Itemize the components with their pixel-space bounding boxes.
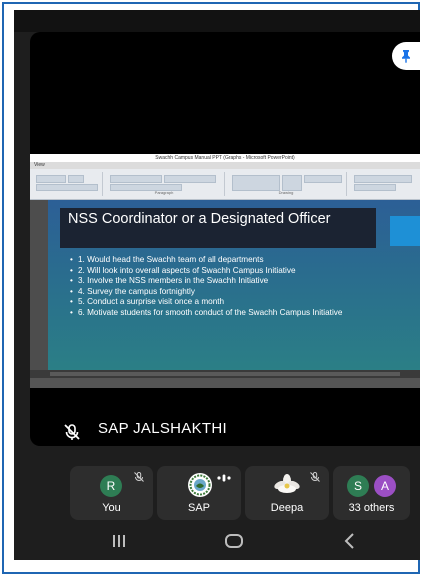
avatar: A xyxy=(374,475,396,497)
participant-you[interactable]: R You xyxy=(70,466,153,520)
mic-off-icon xyxy=(64,424,80,440)
participant-others[interactable]: S A 33 others xyxy=(333,466,410,520)
home-icon[interactable] xyxy=(222,530,246,552)
slide-bullet: • 3. Involve the NSS members in the Swach… xyxy=(70,276,269,286)
participant-label: 33 others xyxy=(348,502,395,514)
slide-accent-block xyxy=(390,216,420,246)
ribbon-group-editing xyxy=(348,172,418,196)
emblem-avatar-icon xyxy=(188,473,212,497)
presenter-tile[interactable]: Swachh Campus Manual PPT (Graphs - Micro… xyxy=(30,32,420,446)
ribbon-group-drawing: Drawing xyxy=(226,172,347,196)
menu-view: View xyxy=(34,162,45,168)
status-strip xyxy=(14,10,420,32)
powerpoint-status-bar xyxy=(30,378,420,388)
slide-bullet-list: • 1. Would head the Swachh team of all de… xyxy=(70,255,390,320)
slide-scrollbar[interactable] xyxy=(30,370,420,378)
pin-icon xyxy=(402,50,410,63)
ribbon-group-font xyxy=(32,172,103,196)
participant-label: You xyxy=(102,502,121,514)
powerpoint-ribbon: Paragraph Drawing xyxy=(30,169,420,200)
back-icon[interactable] xyxy=(338,530,362,552)
ribbon-group-label: Paragraph xyxy=(154,190,174,195)
presenter-name: SAP JALSHAKTHI xyxy=(98,420,227,437)
slide-title: NSS Coordinator or a Designated Officer xyxy=(60,208,376,248)
participant-label: Deepa xyxy=(270,502,304,514)
slide: NSS Coordinator or a Designated Officer … xyxy=(48,200,420,370)
speaking-indicator-icon xyxy=(217,474,231,482)
avatar: R xyxy=(100,475,122,497)
ribbon-group-paragraph: Paragraph xyxy=(104,172,225,196)
mic-off-icon xyxy=(310,472,320,482)
participant-deepa[interactable]: Deepa xyxy=(245,466,329,520)
slide-canvas: NSS Coordinator or a Designated Officer … xyxy=(30,200,420,378)
participant-sap[interactable]: SAP xyxy=(157,466,241,520)
meet-call-screen: Swachh Campus Manual PPT (Graphs - Micro… xyxy=(14,10,420,560)
ribbon-group-label: Drawing xyxy=(278,190,294,195)
pin-button[interactable] xyxy=(392,42,420,70)
slide-bullet: • 6. Motivate students for smooth conduct… xyxy=(70,307,343,317)
powerpoint-menu-bar: View xyxy=(30,162,420,169)
shared-screen: Swachh Campus Manual PPT (Graphs - Micro… xyxy=(30,154,420,388)
slide-bullet: • 4. Survey the campus fortnightly xyxy=(70,286,195,296)
recents-icon[interactable] xyxy=(107,530,131,552)
mic-off-icon xyxy=(134,472,144,482)
slide-bullet: • 5. Conduct a surprise visit once a mont… xyxy=(70,297,225,307)
android-nav-bar xyxy=(14,522,420,560)
powerpoint-title-bar: Swachh Campus Manual PPT (Graphs - Micro… xyxy=(30,154,420,162)
slide-bullet: • 1. Would head the Swachh team of all de… xyxy=(70,255,264,264)
avatar: S xyxy=(347,475,369,497)
flower-avatar-icon xyxy=(274,474,300,493)
participant-strip: R You SAP Deepa S A 33 others xyxy=(70,466,410,520)
slide-bullet: • 2. Will look into overall aspects of Sw… xyxy=(70,265,296,275)
participant-label: SAP xyxy=(187,502,210,514)
